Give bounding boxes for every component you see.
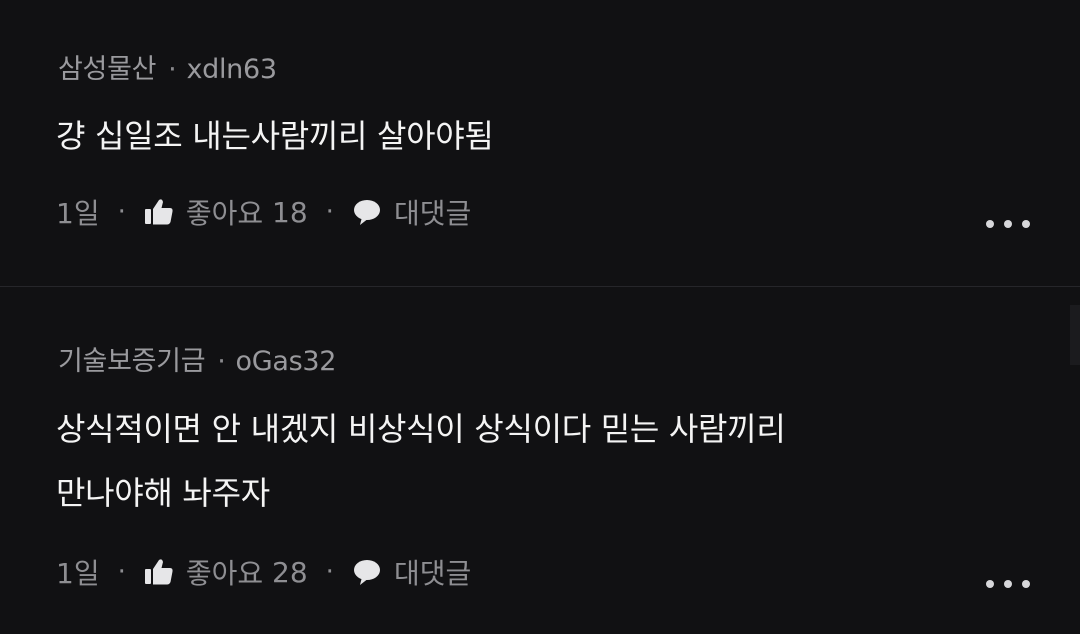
- comment-author[interactable]: 삼성물산 · xdln63: [58, 47, 277, 86]
- author-org: 삼성물산: [58, 54, 157, 85]
- reply-label: 대댓글: [393, 557, 472, 590]
- comment-text-line: 상식적이면 안 내겠지 비상식이 상식이다 믿는 사람끼리: [56, 410, 786, 448]
- like-label: 좋아요: [185, 197, 264, 230]
- meta-separator: ·: [117, 197, 126, 227]
- meta-separator: ·: [117, 557, 126, 587]
- author-separator: ·: [168, 54, 177, 85]
- thumbs-up-icon: [144, 198, 174, 226]
- comment-meta: 1일 · 좋아요 18 · 대댓글: [56, 192, 471, 232]
- comment-text: 상식적이면 안 내겠지 비상식이 상식이다 믿는 사람끼리 만나야해 놔주자: [56, 397, 786, 525]
- author-org: 기술보증기금: [58, 346, 206, 377]
- reply-button[interactable]: 대댓글: [352, 552, 471, 592]
- comment-text: 걍 십일조 내는사람끼리 살아야됨: [56, 104, 494, 168]
- comment-time: 1일: [56, 197, 100, 230]
- comment-text-line: 걍 십일조 내는사람끼리 살아야됨: [56, 117, 494, 155]
- author-username: xdln63: [186, 54, 277, 85]
- thumbs-up-icon: [144, 558, 174, 586]
- like-count: 18: [272, 195, 308, 229]
- like-count: 28: [272, 555, 308, 589]
- speech-bubble-icon: [352, 198, 382, 226]
- more-options-button[interactable]: [986, 212, 1030, 236]
- speech-bubble-icon: [352, 558, 382, 586]
- more-options-button[interactable]: [986, 572, 1030, 596]
- reply-button[interactable]: 대댓글: [352, 192, 471, 232]
- comment-meta: 1일 · 좋아요 28 · 대댓글: [56, 552, 471, 592]
- more-horizontal-icon: [986, 220, 994, 228]
- author-separator: ·: [217, 346, 226, 377]
- reply-label: 대댓글: [393, 197, 472, 230]
- like-button[interactable]: 좋아요 18: [144, 192, 308, 232]
- like-label: 좋아요: [185, 557, 264, 590]
- meta-separator: ·: [325, 197, 334, 227]
- more-horizontal-icon: [986, 580, 994, 588]
- comment-time: 1일: [56, 557, 100, 590]
- like-button[interactable]: 좋아요 28: [144, 552, 308, 592]
- comment-author[interactable]: 기술보증기금 · oGas32: [58, 339, 336, 378]
- comment-text-line: 만나야해 놔주자: [56, 474, 270, 512]
- meta-separator: ·: [325, 557, 334, 587]
- comment-item: 기술보증기금 · oGas32 상식적이면 안 내겠지 비상식이 상식이다 믿는 사…: [0, 287, 1080, 634]
- author-username: oGas32: [235, 346, 337, 377]
- comment-item: 삼성물산 · xdln63 걍 십일조 내는사람끼리 살아야됨 1일 · 좋아요 1…: [0, 0, 1080, 286]
